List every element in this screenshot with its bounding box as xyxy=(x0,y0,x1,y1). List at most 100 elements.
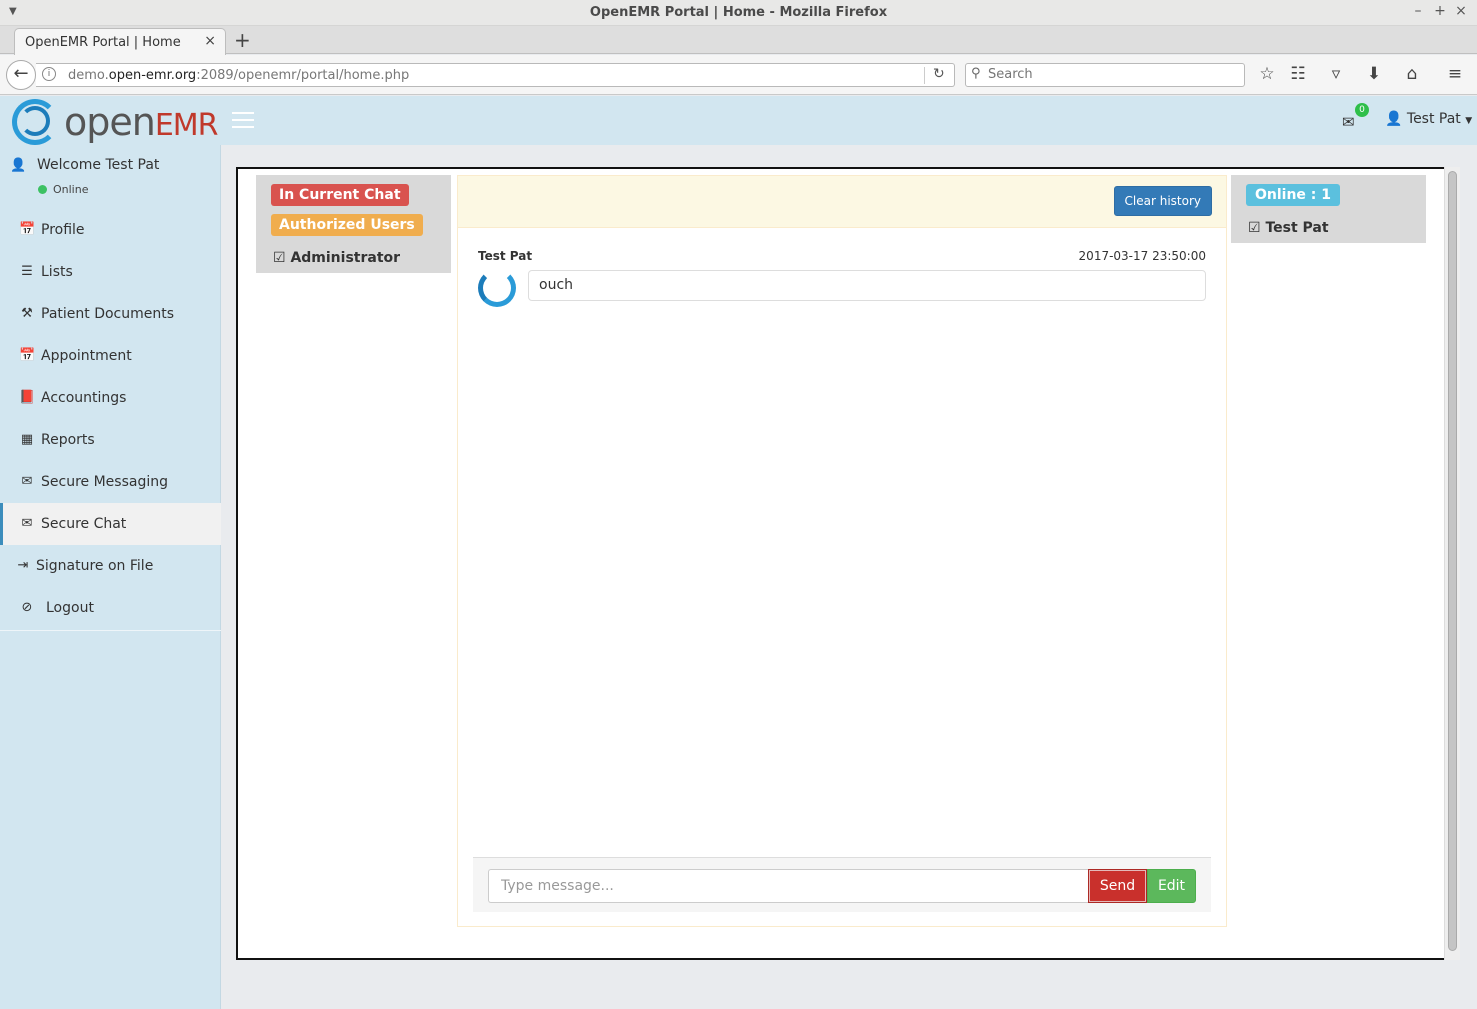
close-tab-icon[interactable]: × xyxy=(204,33,216,49)
online-count-label: Online : 1 xyxy=(1246,184,1341,206)
sidebar-item-accountings[interactable]: 📕 Accountings xyxy=(0,377,221,419)
download-icon[interactable]: ⬇ xyxy=(1364,64,1384,84)
sidebar-menu: 📅 Profile ☰ Lists ⚒ Patient Documents 📅 … xyxy=(0,209,221,631)
user-menu[interactable]: 👤 Test Pat ▼ xyxy=(1385,111,1472,127)
reading-list-icon[interactable]: ☷ xyxy=(1288,64,1308,84)
minimize-icon[interactable]: – xyxy=(1410,3,1426,19)
envelope-icon: ✉ xyxy=(21,516,33,531)
sidebar-item-secure-messaging[interactable]: ✉ Secure Messaging xyxy=(0,461,221,503)
sidebar: 👤 Welcome Test Pat Online 📅 Profile ☰ Li… xyxy=(0,145,221,1009)
sidebar-item-profile[interactable]: 📅 Profile xyxy=(0,209,221,251)
sidebar-item-label: Patient Documents xyxy=(41,306,175,322)
pocket-icon[interactable]: ▿ xyxy=(1326,64,1346,84)
url-separator xyxy=(924,67,925,84)
tab-bar: OpenEMR Portal | Home × + xyxy=(0,26,1477,55)
tab-title: OpenEMR Portal | Home xyxy=(25,35,181,50)
sidebar-item-secure-chat[interactable]: ✉ Secure Chat xyxy=(0,503,221,545)
calendar-grid-icon: ▦ xyxy=(20,432,34,447)
logo-inner-ring-icon xyxy=(20,106,50,136)
user-menu-name: Test Pat xyxy=(1406,111,1461,127)
sidebar-item-signature-on-file[interactable]: ⇥ Signature on File xyxy=(0,545,221,587)
check-icon: ☑ xyxy=(273,250,286,266)
check-icon: ☑ xyxy=(1248,220,1261,236)
authorized-user-name: Administrator xyxy=(290,250,401,266)
send-button[interactable]: Send xyxy=(1088,869,1147,903)
maximize-icon[interactable]: + xyxy=(1432,3,1448,19)
user-icon: 👤 xyxy=(10,158,27,173)
gavel-icon: ⚒ xyxy=(21,306,33,321)
clear-history-button[interactable]: Clear history xyxy=(1113,186,1212,216)
sign-in-icon: ⇥ xyxy=(17,558,29,573)
sidebar-item-label: Lists xyxy=(41,264,73,280)
online-users-panel: Online : 1 ☑ Test Pat xyxy=(1231,175,1426,243)
search-icon: ⚲ xyxy=(971,66,981,81)
online-dot-icon xyxy=(38,185,47,194)
sidebar-item-label: Reports xyxy=(41,432,95,448)
sidebar-item-label: Accountings xyxy=(41,390,127,406)
sidebar-item-logout[interactable]: ⊘ Logout xyxy=(0,587,221,629)
calendar-icon: 📅 xyxy=(19,222,36,237)
browser-tab[interactable]: OpenEMR Portal | Home × xyxy=(14,28,226,55)
chat-panel: Clear history Test Pat 2017-03-17 23:50:… xyxy=(457,175,1227,927)
message-bubble: ouch xyxy=(528,270,1206,301)
sidebar-toggle-icon[interactable] xyxy=(232,112,254,133)
online-user-item[interactable]: ☑ Test Pat xyxy=(1248,220,1329,236)
ban-icon: ⊘ xyxy=(21,600,33,615)
caret-down-icon: ▼ xyxy=(1465,116,1473,126)
url-bar[interactable]: i demo.open-emr.org:2089/openemr/portal/… xyxy=(36,63,955,87)
sidebar-divider xyxy=(0,630,221,631)
openemr-logo[interactable]: openEMR xyxy=(10,96,219,148)
sidebar-item-patient-documents[interactable]: ⚒ Patient Documents xyxy=(0,293,221,335)
sidebar-item-label: Secure Chat xyxy=(41,516,127,532)
online-user-name: Test Pat xyxy=(1265,220,1329,236)
chat-frame: In Current Chat Authorized Users ☑ Admin… xyxy=(236,167,1446,960)
search-input[interactable] xyxy=(988,67,1228,82)
user-icon: 👤 xyxy=(1385,111,1403,127)
sidebar-item-label: Profile xyxy=(41,222,85,238)
message-timestamp: 2017-03-17 23:50:00 xyxy=(1078,249,1206,263)
info-icon[interactable]: i xyxy=(42,67,56,81)
chat-panel-header: Clear history xyxy=(458,176,1226,228)
sidebar-item-reports[interactable]: ▦ Reports xyxy=(0,419,221,461)
book-icon: 📕 xyxy=(19,390,36,405)
edit-button[interactable]: Edit xyxy=(1147,869,1196,903)
main-content: In Current Chat Authorized Users ☑ Admin… xyxy=(221,145,1477,1009)
back-button[interactable]: ← xyxy=(6,60,36,90)
logo-wordmark: openEMR xyxy=(64,100,219,144)
close-window-icon[interactable]: × xyxy=(1453,3,1469,19)
avatar xyxy=(478,269,516,307)
calendar-icon: 📅 xyxy=(19,348,36,363)
envelope-icon[interactable]: ✉ xyxy=(1342,113,1355,131)
navigation-bar: ← i demo.open-emr.org:2089/openemr/porta… xyxy=(0,55,1477,95)
authorized-users-label: Authorized Users xyxy=(271,214,423,236)
window-titlebar: ▼ OpenEMR Portal | Home - Mozilla Firefo… xyxy=(0,0,1477,26)
chat-users-panel: In Current Chat Authorized Users ☑ Admin… xyxy=(256,175,451,273)
sidebar-item-lists[interactable]: ☰ Lists xyxy=(0,251,221,293)
app-header: openEMR ✉ 0 👤 Test Pat ▼ xyxy=(0,96,1477,145)
search-bar[interactable]: ⚲ xyxy=(965,63,1245,87)
message-input[interactable] xyxy=(488,869,1089,903)
welcome-text: Welcome Test Pat xyxy=(37,157,160,173)
sidebar-item-appointment[interactable]: 📅 Appointment xyxy=(0,335,221,377)
home-icon[interactable]: ⌂ xyxy=(1402,64,1422,84)
url-text: demo.open-emr.org:2089/openemr/portal/ho… xyxy=(68,68,410,83)
window-title: OpenEMR Portal | Home - Mozilla Firefox xyxy=(589,5,888,20)
sidebar-item-label: Secure Messaging xyxy=(41,474,168,490)
new-tab-icon[interactable]: + xyxy=(234,28,251,52)
bookmark-star-icon[interactable]: ☆ xyxy=(1257,64,1277,84)
reload-icon[interactable]: ↻ xyxy=(933,66,945,82)
sidebar-item-label: Signature on File xyxy=(36,558,154,574)
online-status: Online xyxy=(38,183,88,196)
mail-count-badge: 0 xyxy=(1355,103,1369,117)
chat-input-bar: Send Edit xyxy=(473,857,1211,912)
vertical-scrollbar[interactable] xyxy=(1444,167,1460,960)
authorized-user-item[interactable]: ☑ Administrator xyxy=(273,250,400,266)
message-sender: Test Pat xyxy=(478,249,533,263)
list-icon: ☰ xyxy=(21,264,33,279)
hamburger-menu-icon[interactable]: ≡ xyxy=(1445,64,1465,84)
online-status-text: Online xyxy=(53,183,89,196)
sidebar-item-label: Logout xyxy=(46,600,94,616)
sidebar-item-label: Appointment xyxy=(41,348,132,364)
envelope-icon: ✉ xyxy=(21,474,33,489)
scrollbar-thumb[interactable] xyxy=(1448,171,1457,951)
